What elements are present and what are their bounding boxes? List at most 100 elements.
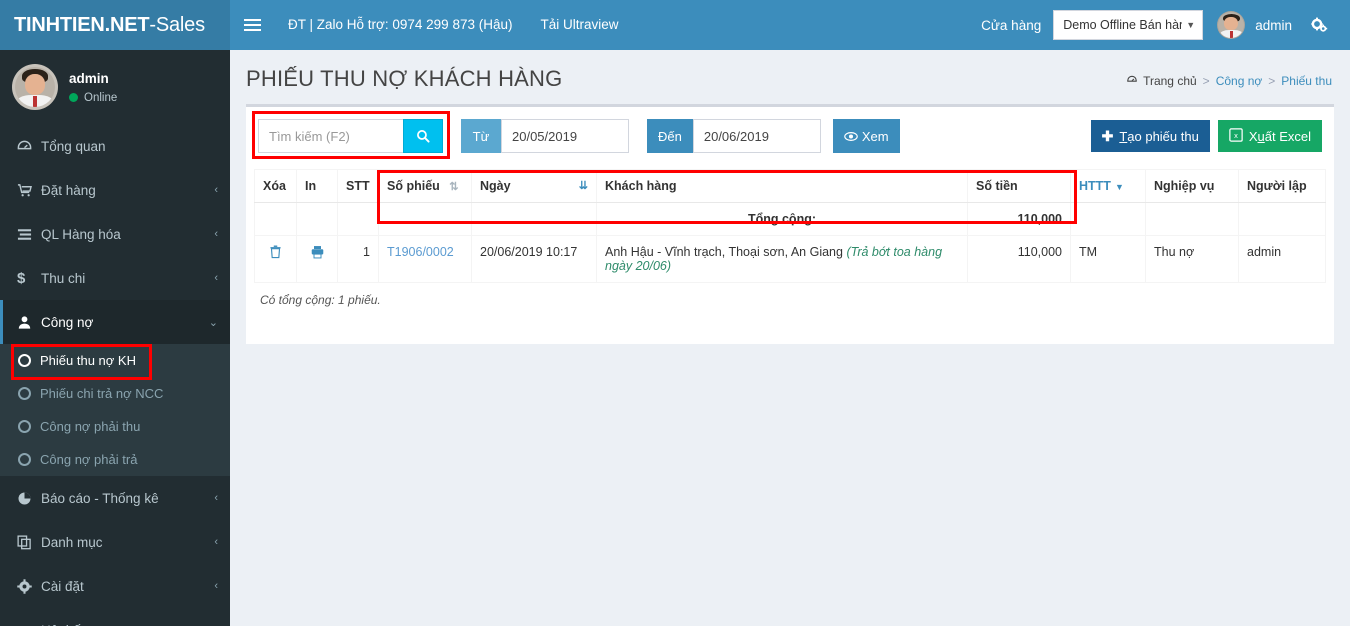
trash-icon <box>269 245 282 262</box>
search-icon <box>417 130 430 143</box>
sidebar-item-danh-muc[interactable]: Danh mục ‹ <box>0 520 230 564</box>
row-khach-hang: Anh Hậu - Vĩnh trạch, Thoại sơn, An Gian… <box>596 235 968 283</box>
sidebar-user-status: Online <box>69 92 117 104</box>
circle-o-icon <box>18 354 31 367</box>
sort-desc-icon: ⇊ <box>578 180 588 192</box>
row-nguoi-lap: admin <box>1238 235 1326 283</box>
ultraview-download-link[interactable]: Tải Ultraview <box>526 0 632 50</box>
row-ngay: 20/06/2019 10:17 <box>471 235 597 283</box>
sidebar-arrow: ‹ <box>214 184 218 196</box>
col-httt-label: HTTT <box>1079 179 1111 193</box>
search-input[interactable] <box>258 119 403 153</box>
col-so-phieu-label: Số phiếu <box>387 179 440 193</box>
sidebar-item-thu-chi[interactable]: $ Thu chi ‹ <box>0 256 230 300</box>
sidebar-item-dat-hang[interactable]: Đặt hàng ‹ <box>0 168 230 212</box>
dollar-icon: $ <box>17 269 26 287</box>
sidebar-subitem-label: Phiếu chi trả nợ NCC <box>40 386 164 401</box>
create-button-label: ạo phiếu thu <box>1127 128 1199 144</box>
delete-row-button[interactable] <box>254 235 297 283</box>
sidebar-item-cong-no-phai-thu[interactable]: Công nợ phải thu <box>0 410 230 443</box>
shop-select[interactable]: Demo Offline Bán hàn ▼ <box>1053 10 1204 40</box>
caret-down-icon: ▼ <box>1114 182 1124 192</box>
app-logo[interactable]: TINHTIEN.NET -Sales <box>0 0 230 50</box>
breadcrumb-home[interactable]: Trang chủ <box>1143 74 1197 88</box>
export-excel-button[interactable]: x Xuất Excel <box>1217 120 1322 152</box>
hamburger-icon[interactable] <box>230 0 274 50</box>
sidebar-item-label: Công nợ <box>41 314 94 330</box>
list-icon <box>17 227 41 242</box>
logo-bold: TINHTIEN.NET <box>14 13 150 36</box>
export-button-label-pre: X <box>1248 128 1258 144</box>
date-to-input[interactable] <box>692 119 821 153</box>
toolbar-actions: ✚ Tạo phiếu thu x Xuất Excel <box>1090 120 1322 152</box>
sidebar-item-label: Thu chi <box>41 270 86 286</box>
support-phone-text[interactable]: ĐT | Zalo Hỗ trợ: 0974 299 873 (Hậu) <box>274 0 526 50</box>
caret-down-icon: ▼ <box>1186 20 1196 30</box>
topbar-right: Cửa hàng Demo Offline Bán hàn ▼ admin <box>981 0 1350 50</box>
sidebar-item-cai-dat[interactable]: Cài đặt ‹ <box>0 564 230 608</box>
view-button-label: Xem <box>861 128 889 144</box>
filter-toolbar: Từ Đến Xem ✚ Tạo phiếu thu <box>246 107 1334 163</box>
row-so-phieu[interactable]: T1906/0002 <box>378 235 472 283</box>
export-accel: u <box>1257 128 1265 144</box>
sidebar-item-bao-cao[interactable]: Báo cáo - Thống kê ‹ <box>0 476 230 520</box>
sidebar-user-panel[interactable]: admin Online <box>0 50 230 124</box>
sidebar-item-he-thong[interactable]: Hệ thống ‹ <box>0 608 230 626</box>
date-to-group: Đến <box>647 119 821 153</box>
sidebar-item-cong-no-phai-tra[interactable]: Công nợ phải trả <box>0 443 230 476</box>
breadcrumb-separator: > <box>1202 74 1210 88</box>
user-menu[interactable]: admin <box>1203 11 1302 39</box>
col-ngay[interactable]: Ngày ⇊ <box>471 169 597 203</box>
plus-icon: ✚ <box>1101 127 1114 144</box>
content-box: Từ Đến Xem ✚ Tạo phiếu thu <box>246 104 1334 344</box>
total-amount: 110,000 <box>967 202 1071 236</box>
col-nghiep-vu: Nghiệp vụ <box>1145 169 1239 203</box>
col-in: In <box>296 169 338 203</box>
sidebar-item-phieu-thu-no-kh[interactable]: Phiếu thu nợ KH <box>0 344 230 380</box>
printer-icon <box>310 246 325 262</box>
row-stt: 1 <box>337 235 379 283</box>
sidebar-arrow: ‹ <box>214 492 218 504</box>
dashboard-icon <box>17 139 41 154</box>
sidebar-item-label: Danh mục <box>41 534 103 550</box>
col-httt[interactable]: HTTT ▼ <box>1070 169 1146 203</box>
main-content: PHIẾU THU NỢ KHÁCH HÀNG Trang chủ > Công… <box>230 50 1350 626</box>
row-so-tien: 110,000 <box>967 235 1071 283</box>
eye-icon <box>844 131 858 141</box>
gears-icon[interactable] <box>1302 16 1342 34</box>
date-from-input[interactable] <box>501 119 629 153</box>
from-label-button[interactable]: Từ <box>461 119 501 153</box>
to-label-button[interactable]: Đến <box>647 119 693 153</box>
sidebar-arrow: ‹ <box>214 536 218 548</box>
total-label: Tổng cộng: <box>596 202 968 236</box>
breadcrumb: Trang chủ > Công nợ > Phiếu thu <box>1126 66 1332 88</box>
breadcrumb-separator: > <box>1268 74 1276 88</box>
sidebar-item-label: Báo cáo - Thống kê <box>41 490 159 506</box>
sidebar-item-phieu-chi-tra-no-ncc[interactable]: Phiếu chi trả nợ NCC <box>0 377 230 410</box>
sidebar-arrow: ‹ <box>214 228 218 240</box>
sidebar-subitem-label: Công nợ phải trả <box>40 452 138 467</box>
create-receipt-button[interactable]: ✚ Tạo phiếu thu <box>1090 120 1210 152</box>
sidebar-item-tong-quan[interactable]: Tổng quan <box>0 124 230 168</box>
view-button[interactable]: Xem <box>832 119 900 153</box>
sidebar-username: admin <box>69 70 109 86</box>
col-khach-hang: Khách hàng <box>596 169 968 203</box>
row-httt: TM <box>1070 235 1146 283</box>
app-root: TINHTIEN.NET -Sales ĐT | Zalo Hỗ trợ: 097… <box>0 0 1350 626</box>
table-row[interactable]: 1 T1906/0002 20/06/2019 10:17 Anh Hậu - … <box>254 235 1326 283</box>
sidebar-item-ql-hang-hoa[interactable]: QL Hàng hóa ‹ <box>0 212 230 256</box>
sidebar-item-label: Hệ thống <box>41 623 214 626</box>
avatar <box>12 64 58 110</box>
circle-o-icon <box>18 453 31 466</box>
server-icon <box>17 623 41 626</box>
col-so-phieu[interactable]: Số phiếu ⇅ <box>378 169 472 203</box>
sidebar-subitem-label: Phiếu thu nợ KH <box>40 353 136 368</box>
table-wrapper: Xóa In STT Số phiếu ⇅ Ngày ⇊ Khách hàng … <box>246 169 1334 283</box>
sidebar-item-label: Đặt hàng <box>41 182 96 198</box>
search-button[interactable] <box>403 119 443 153</box>
print-row-button[interactable] <box>296 235 338 283</box>
sidebar-item-cong-no[interactable]: Công nợ ⌄ Phiếu thu nợ KH Phiếu chi trả … <box>0 300 230 476</box>
breadcrumb-level2[interactable]: Công nợ <box>1216 74 1263 88</box>
col-xoa: Xóa <box>254 169 297 203</box>
page-title: PHIẾU THU NỢ KHÁCH HÀNG <box>246 66 563 91</box>
